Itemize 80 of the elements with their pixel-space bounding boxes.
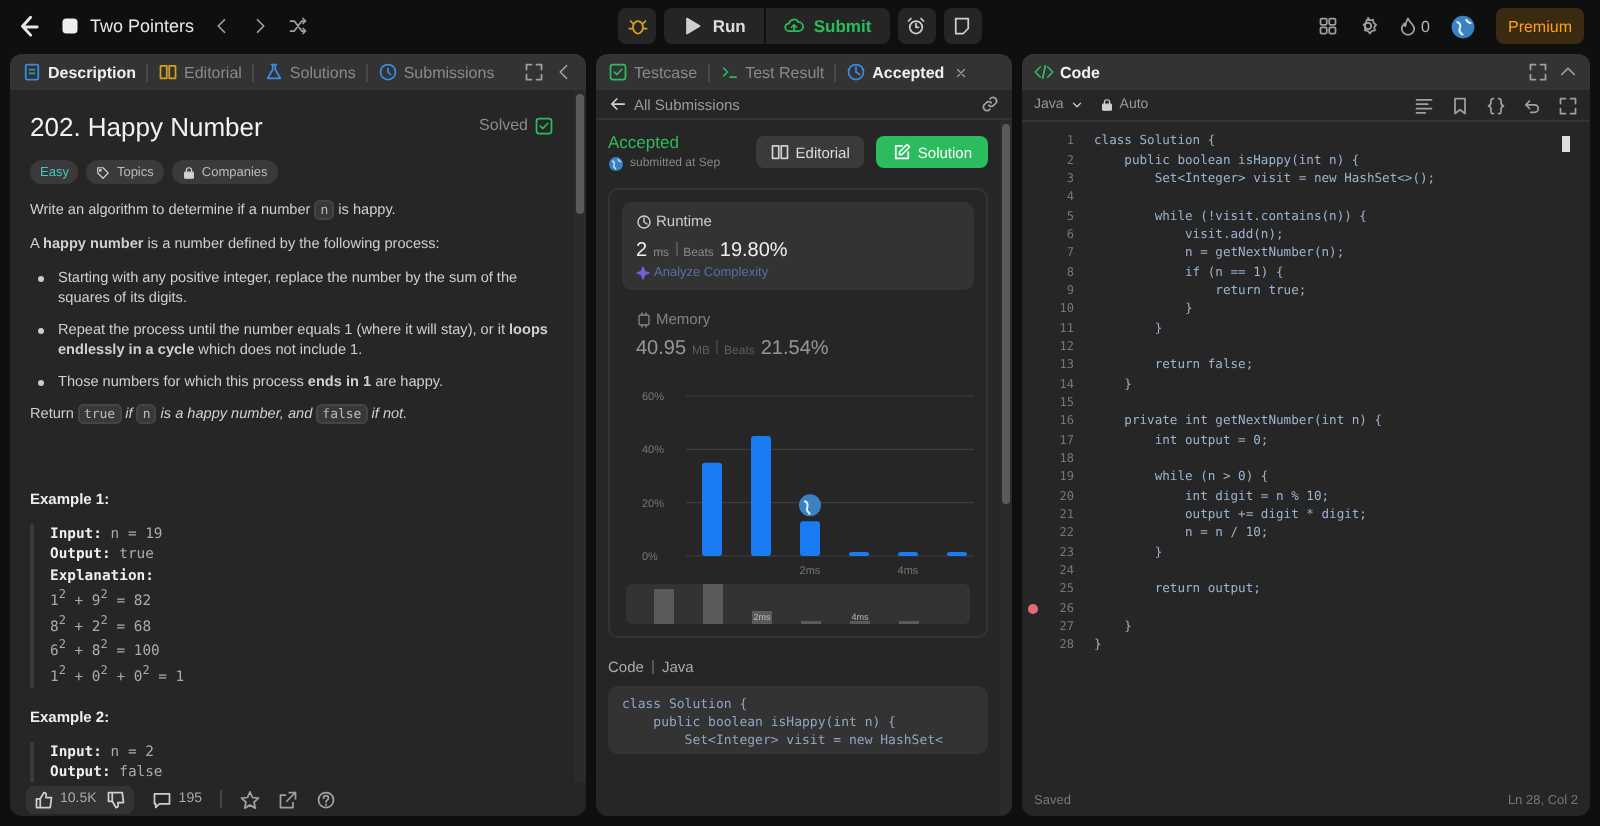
edit-icon	[891, 142, 912, 162]
book-icon	[158, 62, 179, 82]
comment-icon	[152, 789, 173, 809]
run-button[interactable]: Run	[664, 8, 764, 44]
checkbox-icon	[608, 62, 628, 82]
tab[interactable]: Testcase	[608, 62, 698, 82]
chart-bar	[751, 436, 771, 556]
expand-icon[interactable]	[1528, 62, 1548, 82]
timer-button[interactable]	[897, 8, 936, 44]
sparkle-icon	[636, 266, 650, 280]
chip-icon	[636, 311, 652, 327]
scrollbar[interactable]	[1000, 120, 1012, 816]
play-icon	[682, 16, 703, 36]
fullscreen-icon[interactable]	[1558, 95, 1578, 115]
star-icon[interactable]	[239, 789, 260, 809]
tab[interactable]: Editorial	[158, 62, 242, 82]
flame-icon[interactable]	[1397, 16, 1418, 36]
note-icon	[952, 16, 973, 36]
problem-list-button[interactable]: Two Pointers	[60, 16, 195, 36]
format-icon[interactable]	[1414, 95, 1434, 115]
terminal-icon	[719, 62, 740, 82]
bug-icon	[627, 16, 648, 36]
bookmark-icon[interactable]	[1450, 95, 1470, 115]
caret-icon	[1069, 98, 1084, 112]
history-icon	[377, 62, 398, 82]
code-icon	[1034, 62, 1054, 82]
document-icon	[22, 62, 42, 82]
beats-percent: 21.54%	[760, 338, 829, 360]
clock-icon	[846, 62, 867, 82]
share-icon[interactable]	[277, 789, 298, 809]
shuffle-icon[interactable]	[288, 16, 309, 36]
submit-button[interactable]: Submit	[765, 8, 890, 44]
chart-bar	[800, 521, 820, 556]
notes-button[interactable]	[943, 8, 982, 44]
solved-status: Solved	[479, 115, 554, 135]
scrollbar[interactable]	[574, 90, 586, 782]
premium-button[interactable]: Premium	[1495, 8, 1584, 44]
problem-title: 202. Happy Number	[30, 112, 263, 142]
stat-value: 40.95	[636, 338, 687, 360]
alarm-icon	[906, 16, 927, 36]
help-icon[interactable]	[315, 789, 336, 809]
bullet-icon	[38, 276, 44, 282]
stat-value: 2	[636, 240, 648, 262]
tab[interactable]: Solutions	[263, 62, 356, 82]
back-arrow-icon	[608, 94, 628, 114]
bullet-icon	[38, 328, 44, 334]
tab[interactable]: Submissions	[377, 62, 495, 82]
close-icon[interactable]	[954, 65, 969, 79]
clock-icon	[636, 213, 652, 229]
avatar-icon	[799, 494, 821, 517]
chart-bar	[702, 462, 722, 556]
streak-count: 0	[1421, 17, 1430, 35]
avatar-icon	[1449, 13, 1476, 39]
logo-icon[interactable]	[16, 13, 42, 39]
debug-button[interactable]	[618, 8, 657, 44]
braces-icon[interactable]	[1486, 95, 1506, 115]
book-icon	[769, 142, 790, 162]
tab[interactable]: Test Result	[719, 62, 825, 82]
thumbs-up-icon	[34, 789, 54, 809]
lock-icon	[1099, 98, 1114, 112]
bullet-icon	[38, 380, 44, 386]
cloud-upload-icon	[783, 16, 804, 36]
lock-icon	[181, 165, 196, 179]
link-icon[interactable]	[980, 94, 1000, 114]
tab[interactable]: Description	[22, 62, 137, 82]
tab[interactable]: Accepted	[846, 62, 945, 82]
avatar-icon	[608, 156, 624, 172]
check-icon	[534, 115, 554, 135]
breakpoint-icon[interactable]	[1027, 603, 1037, 614]
thumbs-down-icon[interactable]	[106, 789, 127, 809]
settings-icon[interactable]	[1357, 16, 1378, 36]
panel-title: Code	[1034, 62, 1100, 82]
tag-icon	[96, 165, 111, 179]
flask-icon	[263, 62, 284, 82]
expand-icon[interactable]	[524, 62, 544, 82]
grid-icon[interactable]	[1317, 16, 1338, 36]
beats-percent: 19.80%	[719, 240, 788, 262]
reset-icon[interactable]	[1522, 95, 1542, 115]
list-icon	[60, 16, 80, 36]
submission-status: Accepted	[608, 132, 681, 152]
